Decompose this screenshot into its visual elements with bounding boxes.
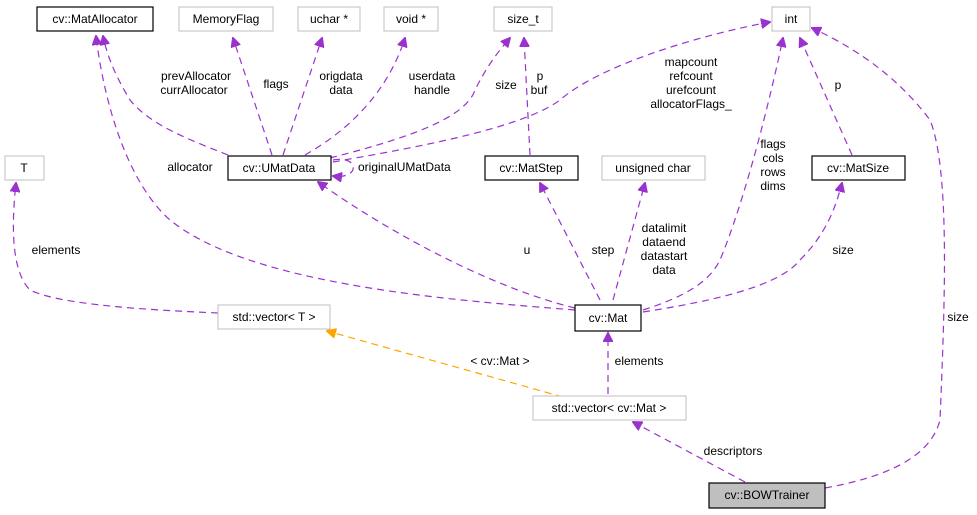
node-cv-matallocator[interactable]: cv::MatAllocator xyxy=(36,6,154,32)
node-cv-bowtrainer: cv::BOWTrainer xyxy=(708,482,826,509)
edge-label-userdata: userdata xyxy=(409,69,456,83)
edge-label-mat-flags: flags xyxy=(760,137,785,151)
edge-mat-unsignedchar xyxy=(612,183,645,301)
edge-label-cols: cols xyxy=(762,151,783,165)
edge-label-p: p xyxy=(537,69,544,83)
edge-label-origdata: origdata xyxy=(319,69,363,83)
edge-matstep-sizet xyxy=(524,38,531,156)
edge-mat-matstep xyxy=(540,183,601,301)
node-cv-mat[interactable]: cv::Mat xyxy=(574,304,642,332)
node-unsigned-char: unsigned char xyxy=(601,155,706,181)
edge-label-refcount: refcount xyxy=(669,69,713,83)
edge-label-originalumatdata: originalUMatData xyxy=(358,160,451,174)
edge-label-dataend: dataend xyxy=(642,235,685,249)
node-label: cv::BOWTrainer xyxy=(725,488,810,502)
edge-label-urefcount: urefcount xyxy=(666,83,717,97)
edge-label-allocator: allocator xyxy=(167,160,212,174)
node-memoryflag: MemoryFlag xyxy=(178,6,274,32)
node-std-vector-cv-mat: std::vector< cv::Mat > xyxy=(532,395,687,421)
edge-label-step: step xyxy=(592,243,615,257)
edge-label-vector-elements: elements xyxy=(32,243,81,257)
node-label: cv::Mat xyxy=(589,311,628,325)
node-uchar-pointer: uchar * xyxy=(297,6,361,32)
edge-label-matsize-p: p xyxy=(835,78,842,92)
edge-label-flags: flags xyxy=(263,77,288,91)
node-label: std::vector< T > xyxy=(233,310,316,324)
node-std-vector-t: std::vector< T > xyxy=(217,304,331,330)
node-cv-umatdata[interactable]: cv::UMatData xyxy=(227,155,332,181)
edge-label-datastart: datastart xyxy=(641,249,688,263)
edge-umatdata-uchar xyxy=(282,38,322,156)
edge-label-allocatorflags: allocatorFlags_ xyxy=(650,97,732,111)
edge-label-template-args: < cv::Mat > xyxy=(470,354,529,368)
edge-umatdata-void xyxy=(304,38,405,156)
node-int: int xyxy=(771,6,811,32)
edge-matsize-int xyxy=(800,38,853,156)
edge-label-dims: dims xyxy=(760,179,785,193)
node-cv-matsize[interactable]: cv::MatSize xyxy=(811,155,906,181)
edge-label-prevallocator: prevAllocator xyxy=(161,69,231,83)
node-t: T xyxy=(4,155,45,181)
node-label: T xyxy=(20,161,28,175)
edge-label-data: data xyxy=(329,83,353,97)
node-label: cv::MatSize xyxy=(827,161,889,175)
edge-label-datalimit: datalimit xyxy=(642,221,687,235)
node-size-t: size_t xyxy=(493,6,553,32)
edge-mat-umatdata xyxy=(318,182,576,309)
edge-label-handle: handle xyxy=(414,83,450,97)
collaboration-diagram: prevAllocator currAllocator flags origda… xyxy=(4,6,969,509)
node-label: void * xyxy=(396,12,426,26)
node-void-pointer: void * xyxy=(383,6,439,32)
node-label: cv::MatAllocator xyxy=(52,12,137,26)
edge-label-bow-size: size xyxy=(947,310,969,324)
edge-label-mapcount: mapcount xyxy=(665,55,718,69)
node-label: uchar * xyxy=(310,12,348,26)
node-label: cv::UMatData xyxy=(243,161,316,175)
node-label: MemoryFlag xyxy=(193,12,260,26)
edge-label-mat-size: size xyxy=(832,243,854,257)
edge-bowtrainer-int xyxy=(812,28,946,489)
node-label: int xyxy=(785,12,798,26)
node-label: size_t xyxy=(507,12,539,26)
edge-label-descriptors: descriptors xyxy=(704,444,763,458)
edge-label-currallocator: currAllocator xyxy=(160,83,227,97)
edge-umatdata-memoryflag xyxy=(233,38,273,156)
edge-labels: prevAllocator currAllocator flags origda… xyxy=(32,55,969,458)
edge-label-rows: rows xyxy=(760,165,785,179)
edges xyxy=(13,22,946,489)
node-cv-matstep[interactable]: cv::MatStep xyxy=(484,155,579,181)
edge-label-mat-data: data xyxy=(652,263,676,277)
node-label: std::vector< cv::Mat > xyxy=(552,401,667,415)
edge-umatdata-sizet xyxy=(329,38,510,159)
edge-label-u: u xyxy=(524,243,531,257)
node-label: unsigned char xyxy=(615,161,690,175)
edge-label-buf: buf xyxy=(531,83,548,97)
edge-label-mat-elements: elements xyxy=(615,354,664,368)
node-label: cv::MatStep xyxy=(499,161,563,175)
edge-label-size: size xyxy=(495,78,517,92)
